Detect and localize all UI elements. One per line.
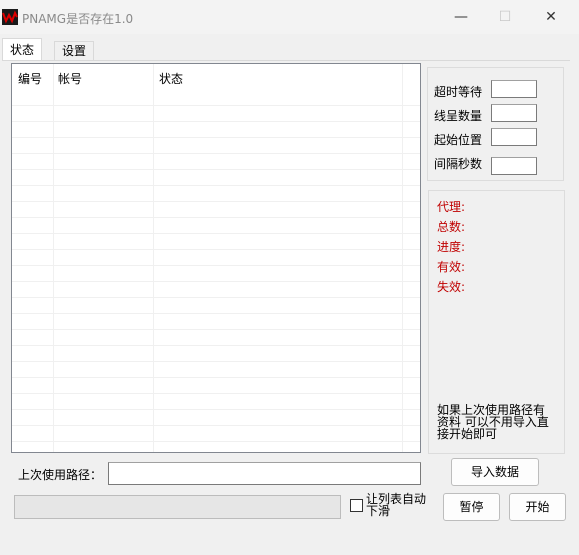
row-divider (12, 377, 420, 378)
last-path-label: 上次使用路径： (18, 468, 103, 482)
row-divider (12, 249, 420, 250)
start-position-input[interactable] (491, 128, 537, 146)
row-divider (12, 297, 420, 298)
interval-input[interactable] (491, 157, 537, 175)
progress-bar (14, 495, 341, 519)
row-divider (12, 121, 420, 122)
account-list[interactable]: 编号 帐号 状态 (11, 63, 421, 453)
row-divider (12, 265, 420, 266)
valid-label: 有效: (437, 260, 466, 274)
row-divider (12, 313, 420, 314)
tab-status[interactable]: 状态 (2, 38, 43, 61)
total-label: 总数: (437, 220, 466, 234)
row-divider (12, 201, 420, 202)
row-divider (12, 393, 420, 394)
column-header-status[interactable]: 状态 (159, 70, 183, 87)
threads-input[interactable] (491, 104, 537, 122)
title-bar[interactable]: PNAMG是否存在1.0 — ☐ ✕ (0, 0, 579, 34)
row-divider (12, 169, 420, 170)
row-divider (12, 345, 420, 346)
interval-label: 间隔秒数 (434, 157, 483, 171)
row-divider (12, 425, 420, 426)
row-divider (12, 153, 420, 154)
app-window: PNAMG是否存在1.0 — ☐ ✕ 状态 设置 编号 帐号 状态 超时等待 线… (0, 0, 579, 555)
app-w-logo-icon (2, 9, 18, 25)
hint-text: 如果上次使用路径有资料 可以不用导入直接开始即可 (437, 403, 549, 441)
timeout-input[interactable] (491, 80, 537, 98)
minimize-button[interactable]: — (438, 0, 484, 34)
last-path-input[interactable] (108, 462, 421, 485)
row-divider (12, 409, 420, 410)
pause-button[interactable]: 暂停 (443, 493, 500, 521)
autoscroll-label[interactable]: 让列表自动下滑 (366, 493, 430, 517)
column-header-account[interactable]: 帐号 (58, 70, 82, 87)
timeout-label: 超时等待 (434, 85, 483, 99)
row-divider (12, 329, 420, 330)
tab-panel-border (2, 60, 570, 61)
window-title: PNAMG是否存在1.0 (22, 12, 134, 26)
row-divider (12, 137, 420, 138)
row-divider (12, 233, 420, 234)
list-header: 编号 帐号 状态 (12, 64, 420, 90)
row-divider (12, 281, 420, 282)
invalid-label: 失效: (437, 280, 466, 294)
row-divider (12, 185, 420, 186)
import-data-button[interactable]: 导入数据 (451, 458, 539, 486)
maximize-button: ☐ (498, 9, 512, 25)
close-button[interactable]: ✕ (528, 0, 574, 34)
row-divider (12, 105, 420, 106)
proxy-label: 代理: (437, 200, 466, 214)
row-divider (12, 217, 420, 218)
column-header-number[interactable]: 编号 (18, 70, 42, 87)
row-divider (12, 441, 420, 442)
tab-settings[interactable]: 设置 (54, 41, 95, 61)
start-position-label: 起始位置 (434, 133, 483, 147)
threads-label: 线呈数量 (434, 109, 483, 123)
progress-label: 进度: (437, 240, 466, 254)
start-button[interactable]: 开始 (509, 493, 566, 521)
row-divider (12, 361, 420, 362)
autoscroll-checkbox[interactable] (350, 499, 363, 512)
